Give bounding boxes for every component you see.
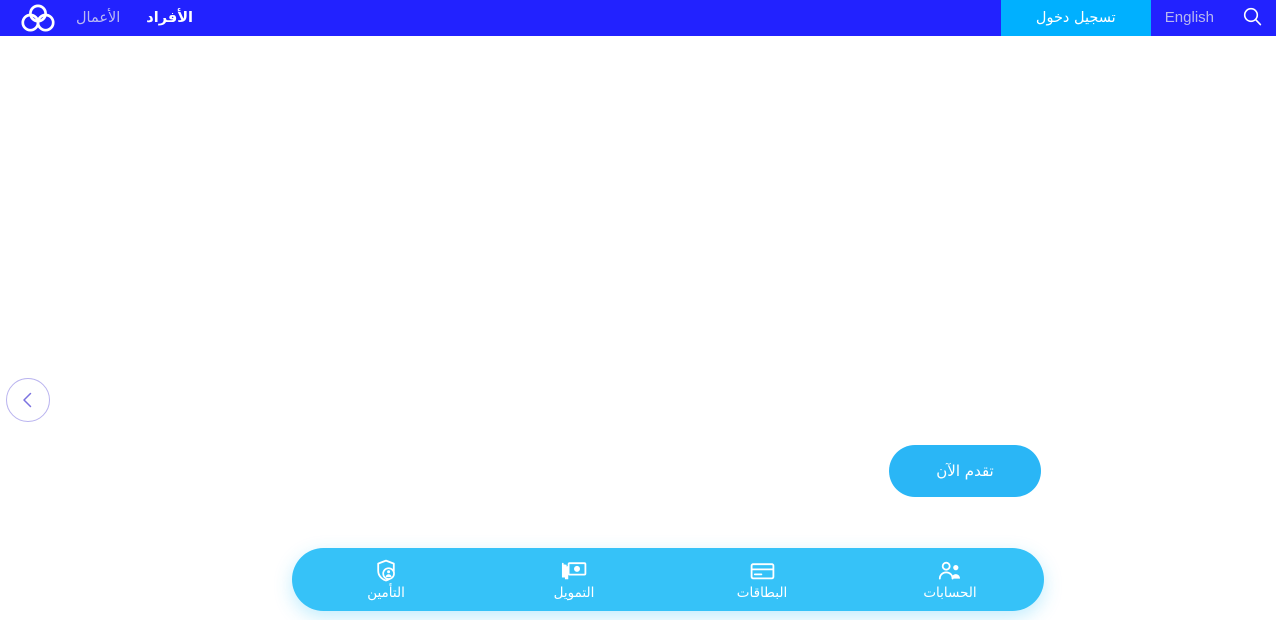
top-navigation-bar: الأفراد الأعمال تسجيل دخول English bbox=[0, 0, 1276, 36]
nav-item-individuals[interactable]: الأفراد bbox=[146, 0, 193, 36]
login-button[interactable]: تسجيل دخول bbox=[1000, 0, 1151, 36]
quick-item-label: التمويل bbox=[553, 584, 595, 601]
carousel-previous-button[interactable] bbox=[6, 378, 50, 422]
quick-item-label: التأمين bbox=[367, 584, 405, 601]
quick-item-financing[interactable]: التمويل bbox=[480, 548, 668, 611]
brand-logo[interactable] bbox=[0, 0, 76, 36]
quick-item-insurance[interactable]: التأمين bbox=[292, 548, 480, 611]
quick-item-label: البطاقات bbox=[736, 584, 788, 601]
search-button[interactable] bbox=[1228, 0, 1276, 36]
trefoil-three-circles-logo-icon bbox=[20, 3, 56, 33]
quick-item-accounts[interactable]: الحسابات bbox=[856, 548, 1044, 611]
primary-nav: الأفراد الأعمال bbox=[76, 0, 197, 36]
shield-person-insurance-icon bbox=[375, 559, 397, 583]
search-icon bbox=[1243, 7, 1262, 30]
topbar-left-filler bbox=[881, 0, 1001, 36]
hero-carousel: تقدم الآن bbox=[0, 36, 1276, 620]
credit-card-icon bbox=[750, 559, 775, 583]
hero-cta-container: تقدم الآن bbox=[889, 445, 1041, 497]
banknotes-money-icon bbox=[561, 559, 587, 583]
page-root: الأفراد الأعمال تسجيل دخول English تقدم … bbox=[0, 0, 1276, 620]
nav-item-business[interactable]: الأعمال bbox=[76, 0, 120, 36]
quick-item-label: الحسابات bbox=[923, 584, 977, 601]
people-accounts-icon bbox=[938, 559, 962, 583]
quick-item-cards[interactable]: البطاقات bbox=[668, 548, 856, 611]
chevron-left-icon bbox=[21, 391, 35, 409]
language-toggle-button[interactable]: English bbox=[1151, 0, 1228, 36]
apply-now-button[interactable]: تقدم الآن bbox=[889, 445, 1041, 497]
quick-access-bar: الحسابات البطاقات التمويل التأمين bbox=[292, 548, 1044, 611]
